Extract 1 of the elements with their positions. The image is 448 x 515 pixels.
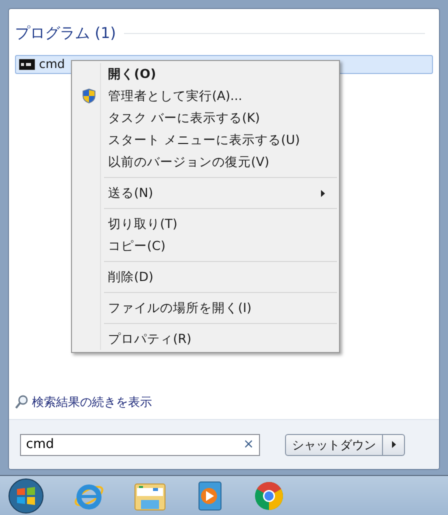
section-heading: プログラム (1) — [15, 23, 116, 44]
